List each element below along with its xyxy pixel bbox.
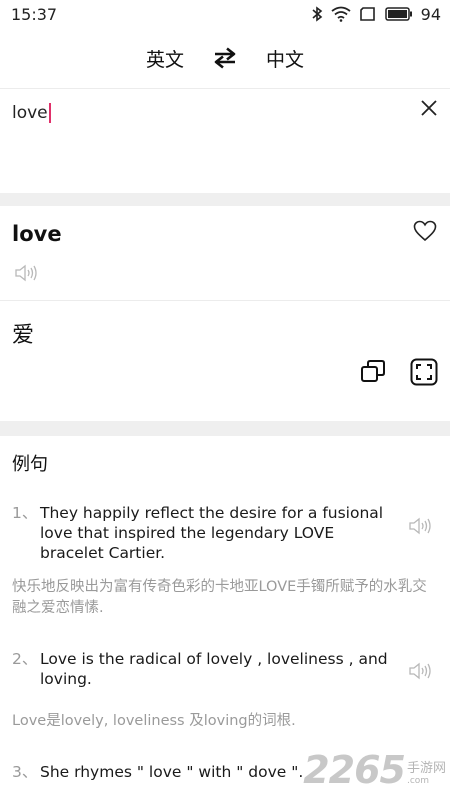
search-input[interactable]: love [12, 103, 51, 123]
battery-icon [384, 7, 412, 21]
copy-icon[interactable] [360, 359, 386, 383]
speaker-icon[interactable] [14, 264, 38, 282]
example-number: 2、 [12, 650, 38, 668]
example-number: 1、 [12, 504, 38, 522]
bluetooth-icon [312, 6, 322, 22]
sim-card-icon [359, 7, 375, 21]
battery-level: 94 [420, 4, 441, 24]
example-item: 2、 Love is the radical of lovely , lovel… [12, 649, 432, 732]
section-separator [0, 421, 450, 436]
watermark-domain: .com [406, 776, 430, 786]
swap-arrows-icon [214, 47, 236, 69]
word-result: love [0, 206, 450, 300]
language-bar: 英文 中文 [0, 28, 450, 88]
text-caret [48, 103, 51, 123]
fullscreen-icon[interactable] [410, 358, 438, 386]
input-value: love [12, 103, 48, 123]
speaker-icon[interactable] [408, 662, 432, 680]
section-separator [0, 193, 450, 206]
speaker-icon[interactable] [408, 517, 432, 535]
watermark-number: 2265 [303, 748, 406, 792]
favorite-heart-icon[interactable] [413, 220, 437, 242]
example-chinese: Love是lovely, loveliness 及loving的词根. [12, 713, 296, 729]
examples-title: 例句 [12, 454, 48, 475]
target-language[interactable]: 中文 [262, 45, 308, 72]
source-language[interactable]: 英文 [142, 45, 188, 72]
wifi-icon [331, 6, 351, 22]
clear-icon[interactable] [420, 99, 438, 117]
translation-text: 爱 [12, 323, 35, 348]
input-area[interactable]: love [0, 89, 450, 193]
status-bar: 15:37 94 [0, 0, 450, 28]
example-number: 3、 [12, 763, 38, 781]
example-chinese: 快乐地反映出为富有传奇色彩的卡地亚LOVE手镯所赋予的水乳交融之爱恋情愫. [12, 579, 427, 616]
swap-languages-button[interactable] [212, 47, 238, 69]
translation-result: 爱 [0, 301, 450, 421]
example-english: Love is the radical of lovely , loveline… [40, 650, 388, 688]
watermark-logo: 2265 手游网 .com [303, 748, 446, 792]
example-english: They happily reflect the desire for a fu… [40, 504, 384, 562]
status-icons: 94 [311, 5, 441, 24]
result-word: love [12, 222, 62, 246]
status-time: 15:37 [11, 4, 58, 24]
example-item: 1、 They happily reflect the desire for a… [12, 503, 432, 619]
watermark-text: 手游网 [406, 761, 446, 776]
examples-section: 例句 1、 They happily reflect the desire fo… [0, 436, 450, 800]
